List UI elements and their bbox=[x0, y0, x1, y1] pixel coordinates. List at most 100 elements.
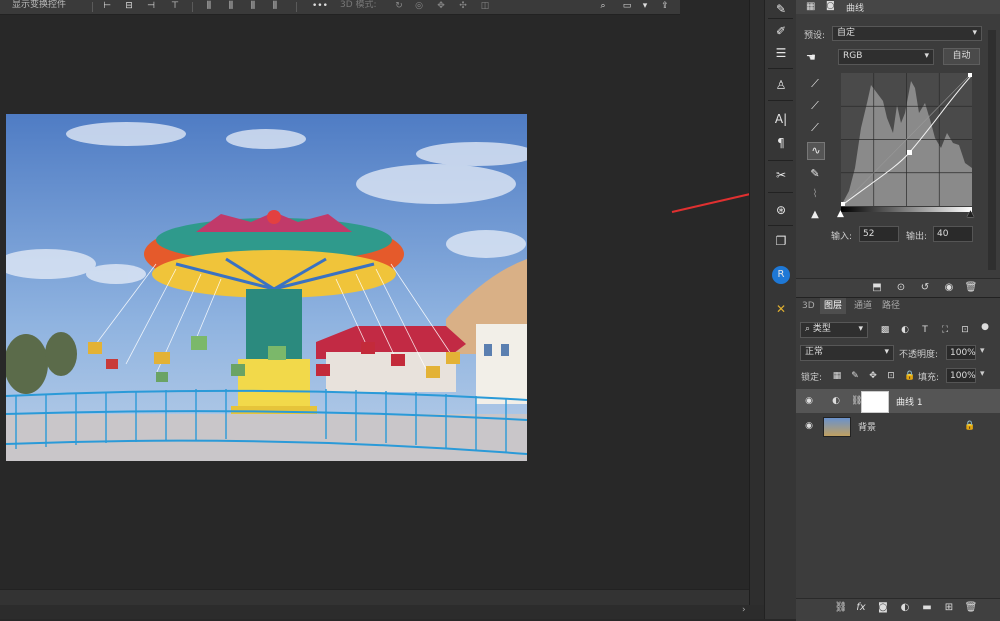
layer-name[interactable]: 背景 bbox=[858, 420, 876, 433]
fill-field[interactable]: 100% bbox=[946, 368, 976, 383]
search-icon[interactable]: ⌕ bbox=[598, 1, 608, 11]
pencil-icon[interactable]: ✎ bbox=[807, 166, 823, 182]
reset-icon[interactable]: ↺ bbox=[918, 281, 932, 295]
share-icon[interactable]: ⇪ bbox=[660, 1, 670, 11]
lock-artboard-icon[interactable]: ⊡ bbox=[886, 371, 896, 381]
3d-rotate-icon[interactable]: ↻ bbox=[394, 1, 404, 11]
divider bbox=[768, 192, 793, 193]
view-previous-icon[interactable]: ⊙ bbox=[894, 281, 908, 295]
black-slider-icon[interactable]: ▲ bbox=[837, 209, 844, 219]
filter-toggle-icon[interactable]: ● bbox=[980, 322, 990, 332]
auto-button[interactable]: 自动 bbox=[943, 48, 980, 65]
lock-position-icon[interactable]: ✥ bbox=[868, 371, 878, 381]
blend-mode-value: 正常 bbox=[805, 347, 824, 357]
black-point-eyedropper-icon[interactable]: ⟋ bbox=[807, 76, 823, 92]
gray-point-eyedropper-icon[interactable]: ⟋ bbox=[807, 98, 823, 114]
channel-dropdown[interactable]: RGB ▾ bbox=[838, 49, 934, 65]
pixel-filter-icon[interactable]: ▩ bbox=[880, 325, 890, 335]
chevron-right-icon[interactable]: › bbox=[742, 605, 746, 615]
3d-scale-icon[interactable]: ◫ bbox=[480, 1, 490, 11]
align-top-icon[interactable]: ⊤ bbox=[170, 1, 180, 11]
white-point-eyedropper-icon[interactable]: ⟋ bbox=[807, 120, 823, 136]
align-center-icon[interactable]: ⊟ bbox=[124, 1, 134, 11]
new-adjustment-icon[interactable]: ◐ bbox=[898, 601, 912, 615]
plugin-icon[interactable]: R bbox=[772, 266, 790, 284]
clone-stamp-icon[interactable]: ♙ bbox=[771, 76, 791, 94]
3d-pan-icon[interactable]: ✥ bbox=[436, 1, 446, 11]
clip-to-layer-icon[interactable]: ⬒ bbox=[870, 281, 884, 295]
link-layers-icon[interactable]: ⛓ bbox=[834, 601, 848, 615]
link-icon[interactable]: ⛓ bbox=[851, 396, 862, 406]
distribute-icon[interactable]: ⫼ bbox=[270, 1, 280, 11]
document-image[interactable] bbox=[6, 114, 527, 461]
layer-thumbnail[interactable] bbox=[823, 417, 851, 437]
tab-layers[interactable]: 图层 bbox=[820, 298, 847, 314]
layer-row[interactable]: ◉ 背景 🔒 bbox=[796, 414, 1000, 438]
curve-control-point[interactable] bbox=[841, 202, 845, 206]
smart-object-filter-icon[interactable]: ⊡ bbox=[960, 325, 970, 335]
chevron-down-icon[interactable]: ▾ bbox=[640, 1, 650, 11]
horizontal-scrollbar[interactable] bbox=[0, 589, 749, 606]
type-filter-icon[interactable]: T bbox=[920, 325, 930, 335]
curve-edit-icon[interactable]: ∿ bbox=[807, 142, 825, 160]
layer-name[interactable]: 曲线 1 bbox=[896, 395, 923, 408]
eye-icon[interactable]: ◉ bbox=[942, 281, 956, 295]
distribute-icon[interactable]: ⫼ bbox=[204, 1, 214, 11]
opacity-field[interactable]: 100% bbox=[946, 345, 976, 360]
eye-icon[interactable]: ◉ bbox=[804, 396, 814, 406]
more-icon[interactable]: ••• bbox=[312, 1, 328, 11]
workspace-icon[interactable]: ▭ bbox=[622, 1, 632, 11]
clipping-warning-icon[interactable]: ▲ bbox=[807, 207, 823, 223]
navigator-icon[interactable]: ⊛ bbox=[771, 201, 791, 219]
lock-transparent-icon[interactable]: ▦ bbox=[832, 371, 842, 381]
fx-icon[interactable]: fx bbox=[854, 601, 868, 615]
show-transform-controls-label[interactable]: 显示变换控件 bbox=[12, 0, 66, 10]
curve-control-point[interactable] bbox=[968, 73, 972, 77]
curve-control-point[interactable] bbox=[907, 150, 912, 155]
lock-all-icon[interactable]: 🔒 bbox=[904, 371, 915, 381]
tools-cross-icon[interactable]: ✕ bbox=[771, 300, 791, 318]
distribute-icon[interactable]: ⫼ bbox=[226, 1, 236, 11]
tab-3d[interactable]: 3D bbox=[798, 298, 819, 314]
output-value-field[interactable]: 40 bbox=[933, 226, 973, 242]
mask-icon[interactable]: ◙ bbox=[826, 1, 835, 11]
properties-footer: ⬒ ⊙ ↺ ◉ 🗑 bbox=[796, 278, 1000, 297]
paragraph-icon[interactable]: ¶ bbox=[771, 134, 791, 152]
brush-settings-icon[interactable]: ✐ bbox=[771, 22, 791, 40]
trash-icon[interactable]: 🗑 bbox=[964, 281, 978, 295]
align-right-icon[interactable]: ⊣ bbox=[146, 1, 156, 11]
adjustment-filter-icon[interactable]: ◐ bbox=[900, 325, 910, 335]
3d-slide-icon[interactable]: ✣ bbox=[458, 1, 468, 11]
layer-row[interactable]: ◉ ◐ ⛓ 曲线 1 bbox=[796, 389, 1000, 413]
sliders-icon[interactable]: ☰ bbox=[771, 44, 791, 62]
chevron-down-icon[interactable]: ▾ bbox=[980, 369, 985, 379]
add-mask-icon[interactable]: ◙ bbox=[876, 601, 890, 615]
eye-icon[interactable]: ◉ bbox=[804, 421, 814, 431]
tab-paths[interactable]: 路径 bbox=[878, 298, 904, 314]
distribute-icon[interactable]: ⫼ bbox=[248, 1, 258, 11]
chevron-down-icon[interactable]: ▾ bbox=[980, 346, 985, 356]
curves-graph[interactable] bbox=[840, 72, 973, 207]
chevron-down-icon: ▾ bbox=[858, 324, 863, 334]
properties-scrollbar[interactable] bbox=[988, 30, 996, 270]
character-icon[interactable]: A| bbox=[771, 110, 791, 128]
layer-mask-thumbnail[interactable] bbox=[861, 391, 889, 413]
history-brush-icon[interactable]: ✎ bbox=[771, 0, 791, 18]
blend-mode-dropdown[interactable]: 正常 ▾ bbox=[800, 345, 894, 361]
layer-filter-dropdown[interactable]: ⌕ 类型 ▾ bbox=[800, 322, 868, 338]
tool-presets-icon[interactable]: ✂ bbox=[771, 166, 791, 184]
libraries-icon[interactable]: ❐ bbox=[771, 232, 791, 250]
add-layer-icon[interactable]: ⊞ bbox=[942, 601, 956, 615]
trash-icon[interactable]: 🗑 bbox=[964, 601, 978, 615]
target-adjust-icon[interactable]: ☚ bbox=[806, 51, 816, 64]
align-left-icon[interactable]: ⊢ bbox=[102, 1, 112, 11]
preset-dropdown[interactable]: 自定 ▾ bbox=[832, 26, 982, 41]
tab-channels[interactable]: 通道 bbox=[850, 298, 876, 314]
3d-roll-icon[interactable]: ◎ bbox=[414, 1, 424, 11]
shape-filter-icon[interactable]: ⛶ bbox=[940, 325, 950, 335]
white-slider-icon[interactable]: ▲ bbox=[967, 209, 974, 219]
lock-pixels-icon[interactable]: ✎ bbox=[850, 371, 860, 381]
input-value-field[interactable]: 52 bbox=[859, 226, 899, 242]
smooth-curve-icon[interactable]: ⌇ bbox=[807, 186, 823, 202]
folder-icon[interactable]: ▬ bbox=[920, 601, 934, 615]
